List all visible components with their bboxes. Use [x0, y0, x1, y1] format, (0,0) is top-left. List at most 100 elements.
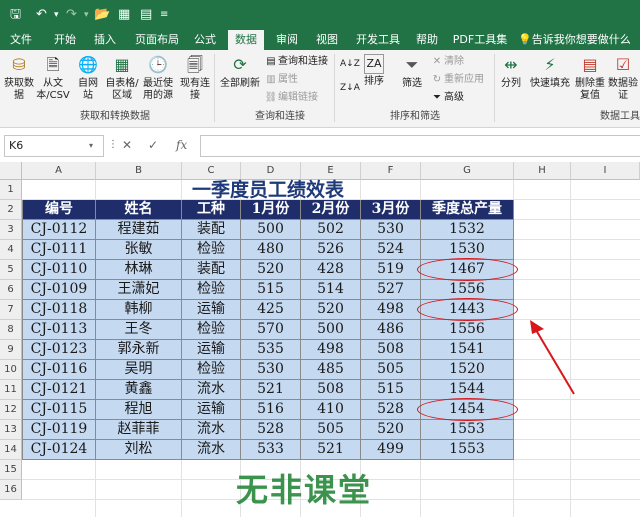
row-header-1[interactable]: 1	[0, 180, 22, 200]
table-cell[interactable]: 528	[241, 420, 301, 440]
column-header-c[interactable]: C	[182, 162, 241, 180]
table-cell[interactable]: 530	[361, 220, 421, 240]
redo-icon[interactable]: ↷	[66, 6, 77, 24]
table-cell[interactable]: 515	[241, 280, 301, 300]
table-cell[interactable]: CJ-0119	[22, 420, 96, 440]
table-cell[interactable]: CJ-0112	[22, 220, 96, 240]
table-header-cell[interactable]: 工种	[182, 200, 241, 220]
table-cell[interactable]: 530	[241, 360, 301, 380]
from-web-button[interactable]: 🌐 自网站	[74, 54, 102, 102]
table-cell[interactable]: 1556	[421, 320, 514, 340]
column-header-i[interactable]: I	[571, 162, 640, 180]
column-header-b[interactable]: B	[96, 162, 182, 180]
table-cell[interactable]: 刘松	[96, 440, 182, 460]
recent-sources-button[interactable]: 🕒 最近使用的源	[140, 54, 176, 102]
table-cell[interactable]: 装配	[182, 220, 241, 240]
table-cell[interactable]: 505	[361, 360, 421, 380]
table-cell[interactable]: 赵菲菲	[96, 420, 182, 440]
table-cell[interactable]: 1544	[421, 380, 514, 400]
table-cell[interactable]: 528	[361, 400, 421, 420]
worksheet-grid[interactable]: ABCDEFGHI 1 2 3 4 5 6 7 8 9 10 11 12 13 14 15 16 编号 姓名 工种…	[0, 162, 640, 517]
name-box[interactable]: K6 ▾	[4, 135, 104, 157]
row-header-16[interactable]: 16	[0, 480, 22, 500]
tab-pdf-tools[interactable]: PDF工具集	[450, 30, 510, 50]
table-cell[interactable]: 张敏	[96, 240, 182, 260]
edit-links-button[interactable]: ⛓编辑链接	[264, 90, 318, 106]
table-cell[interactable]: 流水	[182, 440, 241, 460]
table-cell[interactable]: 521	[301, 440, 361, 460]
column-header-h[interactable]: H	[514, 162, 571, 180]
undo-icon[interactable]: ↶	[36, 6, 47, 24]
save-icon[interactable]: 🖫	[10, 6, 21, 24]
queries-connections-button[interactable]: ▤ 查询和连接	[264, 54, 328, 70]
table-cell[interactable]: 检验	[182, 320, 241, 340]
sort-button[interactable]: ZA 排序	[360, 54, 388, 88]
undo-dropdown-icon[interactable]: ▾	[54, 6, 59, 24]
redo-dropdown-icon[interactable]: ▾	[84, 6, 89, 24]
text-to-columns-button[interactable]: ⇹ 分列	[498, 54, 524, 90]
table-cell[interactable]: 1532	[421, 220, 514, 240]
row-header-15[interactable]: 15	[0, 460, 22, 480]
row-header-13[interactable]: 13	[0, 420, 22, 440]
tab-home[interactable]: 开始	[48, 30, 82, 50]
table-cell[interactable]: 520	[301, 300, 361, 320]
data-validation-button[interactable]: ☑ 数据验证	[606, 54, 640, 102]
table-cell[interactable]: 508	[301, 380, 361, 400]
sort-descending-button[interactable]: Z↓A	[340, 80, 360, 96]
column-header-f[interactable]: F	[361, 162, 421, 180]
table-cell[interactable]: 527	[361, 280, 421, 300]
table-cell[interactable]: 515	[361, 380, 421, 400]
from-text-csv-button[interactable]: 🗎 从文本/CSV	[36, 54, 70, 102]
table-cell[interactable]: 检验	[182, 360, 241, 380]
table-cell[interactable]: 508	[361, 340, 421, 360]
table-cell[interactable]: CJ-0113	[22, 320, 96, 340]
properties-button[interactable]: ▥ 属性	[264, 72, 298, 88]
insert-function-icon[interactable]: fx	[176, 135, 187, 155]
table-cell[interactable]: CJ-0115	[22, 400, 96, 420]
table-cell[interactable]: 520	[361, 420, 421, 440]
table-cell[interactable]: CJ-0121	[22, 380, 96, 400]
table-cell[interactable]: 521	[241, 380, 301, 400]
table-cell[interactable]: 检验	[182, 240, 241, 260]
table-header-cell[interactable]: 2月份	[301, 200, 361, 220]
clear-filter-button[interactable]: ✕ 清除	[430, 54, 464, 70]
table-cell[interactable]: 1553	[421, 440, 514, 460]
column-header-e[interactable]: E	[301, 162, 361, 180]
table-header-cell[interactable]: 季度总产量	[421, 200, 514, 220]
table-cell[interactable]: 运输	[182, 340, 241, 360]
row-header-7[interactable]: 7	[0, 300, 22, 320]
reapply-button[interactable]: ↻ 重新应用	[430, 72, 484, 88]
tab-file[interactable]: 文件	[4, 30, 38, 50]
table-cell[interactable]: CJ-0124	[22, 440, 96, 460]
table-cell[interactable]: 485	[301, 360, 361, 380]
table-cell[interactable]: 王潇妃	[96, 280, 182, 300]
tab-data[interactable]: 数据	[228, 30, 264, 50]
remove-duplicates-button[interactable]: ▤ 删除重复值	[574, 54, 606, 102]
table-cell[interactable]: 程旭	[96, 400, 182, 420]
table-cell[interactable]: 500	[301, 320, 361, 340]
row-header-3[interactable]: 3	[0, 220, 22, 240]
table-cell[interactable]: 516	[241, 400, 301, 420]
table-cell[interactable]: 502	[301, 220, 361, 240]
table-cell[interactable]: 流水	[182, 380, 241, 400]
table-cell[interactable]: 黄鑫	[96, 380, 182, 400]
row-header-12[interactable]: 12	[0, 400, 22, 420]
sort-ascending-button[interactable]: A↓Z	[340, 56, 360, 72]
table-cell[interactable]: 499	[361, 440, 421, 460]
advanced-filter-button[interactable]: ⏷ 高级	[430, 90, 464, 106]
table-cell[interactable]: 498	[361, 300, 421, 320]
refresh-all-button[interactable]: ⟳ 全部刷新	[218, 54, 262, 90]
existing-connections-button[interactable]: 🗐 现有连接	[180, 54, 210, 102]
table-cell[interactable]: 514	[301, 280, 361, 300]
cancel-icon[interactable]: ✕	[122, 135, 132, 155]
table-cell[interactable]: CJ-0109	[22, 280, 96, 300]
tab-review[interactable]: 审阅	[270, 30, 304, 50]
table-header-cell[interactable]: 3月份	[361, 200, 421, 220]
row-header-10[interactable]: 10	[0, 360, 22, 380]
table-cell[interactable]: 程建茹	[96, 220, 182, 240]
row-header-4[interactable]: 4	[0, 240, 22, 260]
flash-fill-button[interactable]: ⚡ 快速填充	[528, 54, 572, 90]
table-cell[interactable]: 1520	[421, 360, 514, 380]
table-cell[interactable]: 480	[241, 240, 301, 260]
table-cell[interactable]: 524	[361, 240, 421, 260]
